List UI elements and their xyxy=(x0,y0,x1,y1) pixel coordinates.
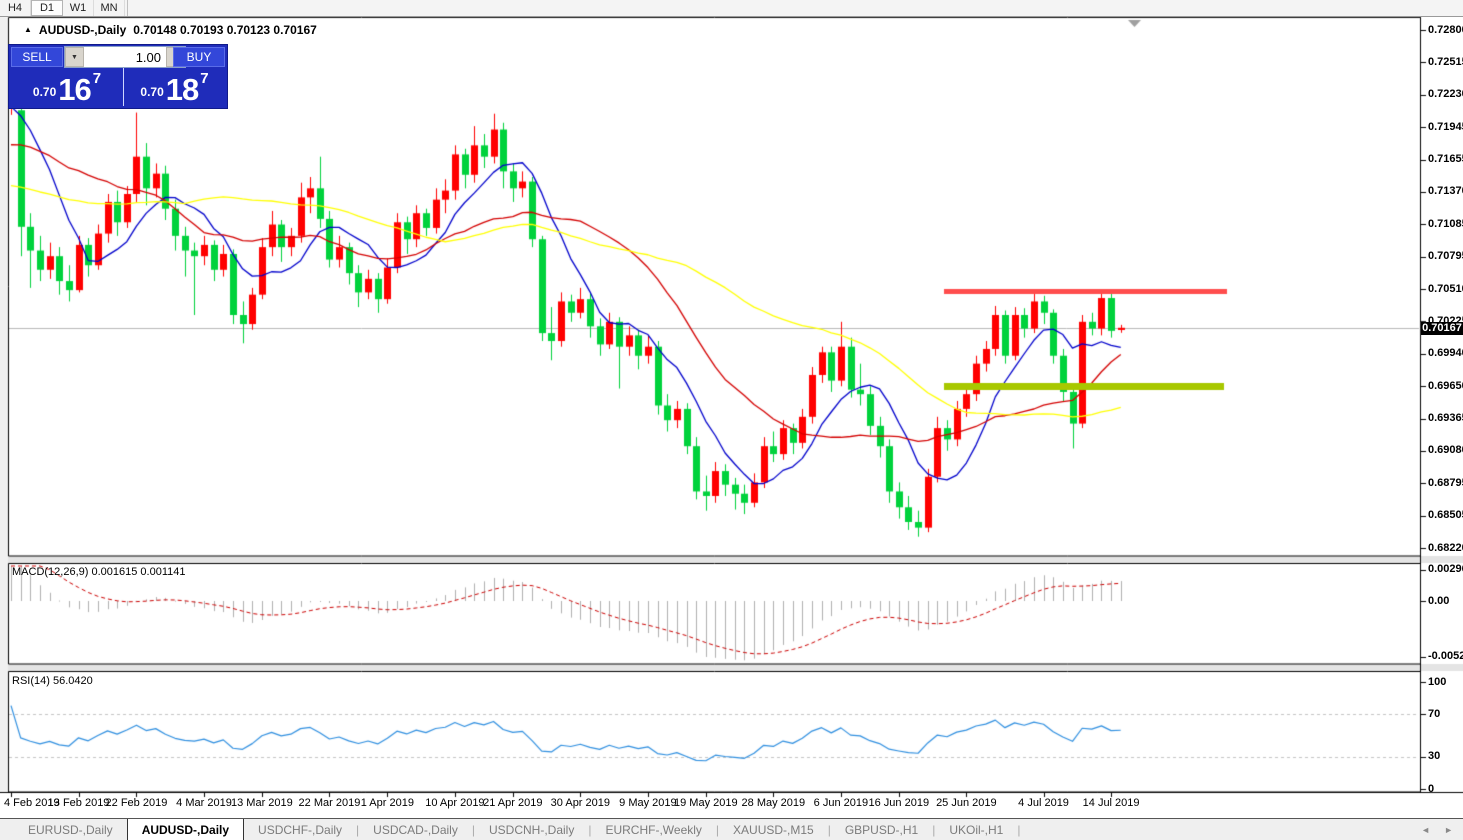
price-axis-tick-label: 0.71085 xyxy=(1428,218,1463,230)
date-axis-tick-label: 19 May 2019 xyxy=(674,797,738,809)
trade-panel-top-row: SELL ▼ 1.00 ▲ BUY xyxy=(9,45,227,67)
price-axis-tick-label: 0.72230 xyxy=(1428,88,1463,100)
date-axis-tick-label: 13 Feb 2019 xyxy=(48,797,110,809)
volume-spinner: ▼ 1.00 ▲ xyxy=(64,46,186,68)
toolbar-separator xyxy=(127,0,128,16)
chart-ohlc-values: 0.70148 0.70193 0.70123 0.70167 xyxy=(133,23,317,37)
macd-axis-tick-label: -0.005255 xyxy=(1428,650,1463,662)
chart-tab-eurusd[interactable]: EURUSD-,Daily xyxy=(14,819,127,840)
price-axis-tick-label: 0.69080 xyxy=(1428,444,1463,456)
date-axis-tick-label: 14 Jul 2019 xyxy=(1083,797,1140,809)
date-axis-tick-label: 22 Feb 2019 xyxy=(106,797,168,809)
chart-canvas[interactable] xyxy=(0,0,1463,840)
date-axis-tick-label: 16 Jun 2019 xyxy=(869,797,930,809)
price-axis-tick-label: 0.68220 xyxy=(1428,542,1463,554)
volume-decrease-button[interactable]: ▼ xyxy=(65,47,84,67)
rsi-axis-tick-label: 0 xyxy=(1428,783,1434,795)
volume-input[interactable]: 1.00 xyxy=(84,47,166,67)
chart-tab-usdcnh[interactable]: USDCNH-,Daily xyxy=(475,819,588,840)
macd-indicator-label: MACD(12,26,9) 0.001615 0.001141 xyxy=(12,566,185,578)
price-axis-tick-label: 0.71370 xyxy=(1428,185,1463,197)
price-axis-tick-label: 0.69940 xyxy=(1428,347,1463,359)
date-axis-tick-label: 21 Apr 2019 xyxy=(483,797,542,809)
price-axis-tick-label: 0.71655 xyxy=(1428,153,1463,165)
price-axis-tick-label: 0.72515 xyxy=(1428,56,1463,68)
sell-price-display[interactable]: 0.70 16 7 xyxy=(11,68,124,106)
trading-terminal-window: H4D1W1MN ▲ AUDUSD-,Daily 0.70148 0.70193… xyxy=(0,0,1463,840)
one-click-collapse-icon[interactable]: ▲ xyxy=(24,25,32,34)
date-axis-tick-label: 4 Mar 2019 xyxy=(176,797,232,809)
one-click-trading-panel: SELL ▼ 1.00 ▲ BUY 0.70 16 7 0.70 18 7 xyxy=(8,44,228,109)
price-axis-tick-label: 0.71945 xyxy=(1428,121,1463,133)
buy-price-prefix: 0.70 xyxy=(140,85,163,106)
date-axis-tick-label: 28 May 2019 xyxy=(742,797,806,809)
price-axis-tick-label: 0.70510 xyxy=(1428,283,1463,295)
buy-button[interactable]: BUY xyxy=(173,47,225,67)
timeframe-button-w1[interactable]: W1 xyxy=(63,0,94,16)
date-axis-tick-label: 22 Mar 2019 xyxy=(299,797,361,809)
chart-tab-ukoil[interactable]: UKOil-,H1 xyxy=(935,819,1017,840)
price-axis-tick-label: 0.72800 xyxy=(1428,24,1463,36)
rsi-axis-tick-label: 100 xyxy=(1428,676,1446,688)
macd-axis-tick-label: 0.002962 xyxy=(1428,563,1463,575)
chart-tab-gbpusd[interactable]: GBPUSD-,H1 xyxy=(831,819,932,840)
chart-tab-xauusd[interactable]: XAUUSD-,M15 xyxy=(719,819,828,840)
date-axis-tick-label: 6 Jun 2019 xyxy=(814,797,868,809)
chart-tab-bar: EURUSD-,DailyAUDUSD-,DailyUSDCHF-,Daily |… xyxy=(0,818,1463,840)
tab-scroll-controls: ◄► xyxy=(1421,819,1463,840)
chart-tab-eurchf[interactable]: EURCHF-,Weekly xyxy=(591,819,715,840)
buy-price-display[interactable]: 0.70 18 7 xyxy=(124,68,225,106)
rsi-axis-tick-label: 30 xyxy=(1428,750,1440,762)
buy-price-main: 18 xyxy=(166,73,198,106)
timeframe-button-h4[interactable]: H4 xyxy=(0,0,31,16)
tab-scroll-left-icon[interactable]: ◄ xyxy=(1421,825,1430,835)
buy-price-pipette: 7 xyxy=(200,68,208,87)
price-axis-tick-label: 0.69365 xyxy=(1428,412,1463,424)
chart-title: ▲ AUDUSD-,Daily 0.70148 0.70193 0.70123 … xyxy=(24,23,317,37)
rsi-indicator-label: RSI(14) 56.0420 xyxy=(12,675,93,687)
date-axis-tick-label: 1 Apr 2019 xyxy=(361,797,414,809)
tab-scroll-right-icon[interactable]: ► xyxy=(1444,825,1453,835)
date-axis-tick-label: 25 Jun 2019 xyxy=(936,797,997,809)
date-axis-tick-label: 4 Jul 2019 xyxy=(1018,797,1069,809)
timeframe-button-d1[interactable]: D1 xyxy=(31,0,63,16)
sell-price-main: 16 xyxy=(58,73,90,106)
chart-tab-audusd[interactable]: AUDUSD-,Daily xyxy=(127,819,244,840)
chart-tab-usdchf[interactable]: USDCHF-,Daily xyxy=(244,819,356,840)
macd-axis-tick-label: 0.00 xyxy=(1428,595,1449,607)
sell-price-pipette: 7 xyxy=(93,68,101,87)
current-price-label: 0.70167 xyxy=(1421,322,1463,335)
date-axis-tick-label: 13 Mar 2019 xyxy=(231,797,293,809)
sell-button[interactable]: SELL xyxy=(11,47,63,67)
date-axis-tick-label: 10 Apr 2019 xyxy=(425,797,484,809)
price-axis-tick-label: 0.68505 xyxy=(1428,509,1463,521)
timeframe-button-mn[interactable]: MN xyxy=(94,0,125,16)
date-axis-tick-label: 30 Apr 2019 xyxy=(551,797,610,809)
chart-tab-usdcad[interactable]: USDCAD-,Daily xyxy=(359,819,472,840)
tab-separator: | xyxy=(1017,819,1020,840)
rsi-axis-tick-label: 70 xyxy=(1428,708,1440,720)
chart-symbol-label: AUDUSD-,Daily xyxy=(39,23,126,37)
date-axis-tick-label: 9 May 2019 xyxy=(619,797,676,809)
timeframe-toolbar: H4D1W1MN xyxy=(0,0,1463,17)
price-axis-tick-label: 0.69650 xyxy=(1428,380,1463,392)
tab-bar-lead-space xyxy=(0,819,14,840)
price-axis-tick-label: 0.70795 xyxy=(1428,250,1463,262)
sell-price-prefix: 0.70 xyxy=(33,85,56,106)
price-axis-tick-label: 0.68795 xyxy=(1428,477,1463,489)
